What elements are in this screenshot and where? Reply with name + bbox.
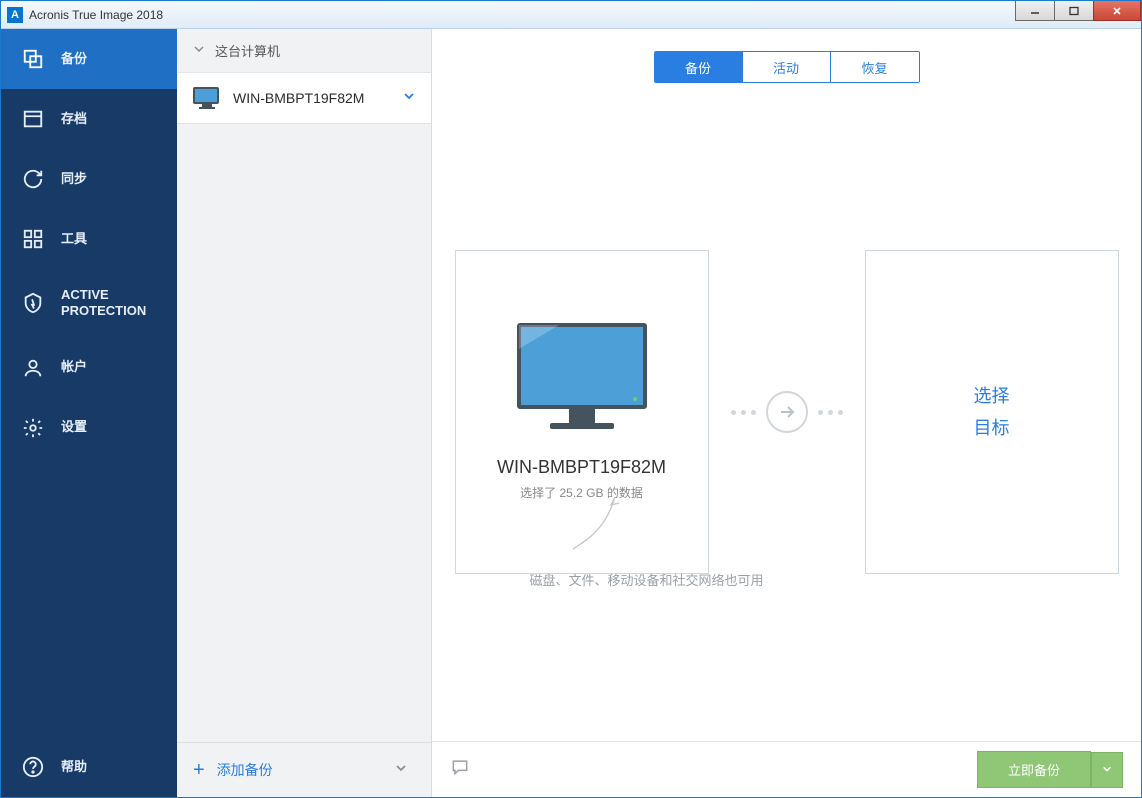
comment-icon[interactable]: [450, 757, 470, 782]
sidebar-item-tools[interactable]: 工具: [1, 209, 177, 269]
sidebar-item-label: 工具: [61, 231, 87, 247]
backup-now-dropdown[interactable]: [1091, 752, 1123, 788]
tab-bar: 备份 活动 恢复: [432, 29, 1141, 83]
sidebar-item-account[interactable]: 帐户: [1, 338, 177, 398]
list-header-label: 这台计算机: [215, 41, 280, 60]
source-title: WIN-BMBPT19F82M: [497, 457, 666, 478]
sidebar-item-label: 存档: [61, 111, 87, 127]
main-panel: 备份 活动 恢复 WIN-BMBPT19F82M 选择了 25.2 GB 的数据: [432, 29, 1141, 797]
main-footer: 立即备份: [432, 741, 1141, 797]
sidebar-item-label: 同步: [61, 171, 87, 187]
titlebar: A Acronis True Image 2018: [1, 1, 1141, 29]
computer-icon: [193, 87, 221, 109]
backup-config-area: WIN-BMBPT19F82M 选择了 25.2 GB 的数据 选择 目标: [432, 83, 1141, 741]
dest-line1: 选择: [974, 380, 1010, 412]
computer-icon: [517, 323, 647, 433]
backup-list-item[interactable]: WIN-BMBPT19F82M: [177, 72, 431, 124]
tab-activity[interactable]: 活动: [743, 52, 831, 82]
list-header[interactable]: 这台计算机: [177, 29, 431, 72]
tab-backup[interactable]: 备份: [655, 52, 743, 82]
minimize-button[interactable]: [1015, 1, 1055, 21]
tools-icon: [21, 227, 45, 251]
dots-icon: [818, 410, 843, 415]
copy-icon: [21, 47, 45, 71]
account-icon: [21, 356, 45, 380]
gear-icon: [21, 416, 45, 440]
maximize-button[interactable]: [1054, 1, 1094, 21]
dest-line2: 目标: [974, 412, 1010, 444]
sidebar-item-help[interactable]: 帮助: [1, 737, 177, 797]
app-window: A Acronis True Image 2018 备份: [0, 0, 1142, 798]
close-button[interactable]: [1093, 1, 1141, 21]
backup-now-button[interactable]: 立即备份: [977, 751, 1091, 788]
help-icon: [21, 755, 45, 779]
sync-icon: [21, 167, 45, 191]
window-title: Acronis True Image 2018: [29, 8, 1016, 22]
plus-icon: +: [193, 759, 205, 782]
tab-recover[interactable]: 恢复: [831, 52, 919, 82]
sidebar-item-active-protection[interactable]: ACTIVE PROTECTION: [1, 269, 177, 338]
hint-text: 磁盘、文件、移动设备和社交网络也可用: [529, 570, 763, 589]
list-footer: + 添加备份: [177, 742, 431, 797]
sidebar-item-label: 备份: [61, 51, 87, 67]
sidebar-item-archive[interactable]: 存档: [1, 89, 177, 149]
sidebar-item-label: 帐户: [61, 359, 87, 375]
add-backup-button[interactable]: + 添加备份: [193, 759, 373, 782]
backup-list-column: 这台计算机 WIN-BMBPT19F82M + 添加备份: [177, 29, 432, 797]
chevron-down-icon[interactable]: [403, 89, 415, 107]
sidebar-item-backup[interactable]: 备份: [1, 29, 177, 89]
backup-now-button-group: 立即备份: [977, 751, 1123, 788]
shield-icon: [21, 291, 45, 315]
window-controls: [1016, 1, 1141, 28]
archive-icon: [21, 107, 45, 131]
list-item-label: WIN-BMBPT19F82M: [233, 90, 391, 106]
backup-destination-card[interactable]: 选择 目标: [865, 250, 1119, 574]
hint-arrow-icon: [565, 491, 625, 561]
sidebar: 备份 存档 同步 工具: [1, 29, 177, 797]
sidebar-item-sync[interactable]: 同步: [1, 149, 177, 209]
app-icon: A: [7, 7, 23, 23]
dots-icon: [731, 410, 756, 415]
add-backup-label: 添加备份: [217, 760, 273, 780]
sidebar-item-label: 设置: [61, 419, 87, 435]
chevron-down-icon: [193, 43, 205, 58]
sidebar-item-settings[interactable]: 设置: [1, 398, 177, 458]
sidebar-item-label: ACTIVE PROTECTION: [61, 287, 157, 320]
arrow-right-icon: [766, 391, 808, 433]
sidebar-item-label: 帮助: [61, 759, 87, 775]
add-backup-dropdown[interactable]: [387, 757, 415, 783]
arrow-separator: [731, 391, 843, 433]
